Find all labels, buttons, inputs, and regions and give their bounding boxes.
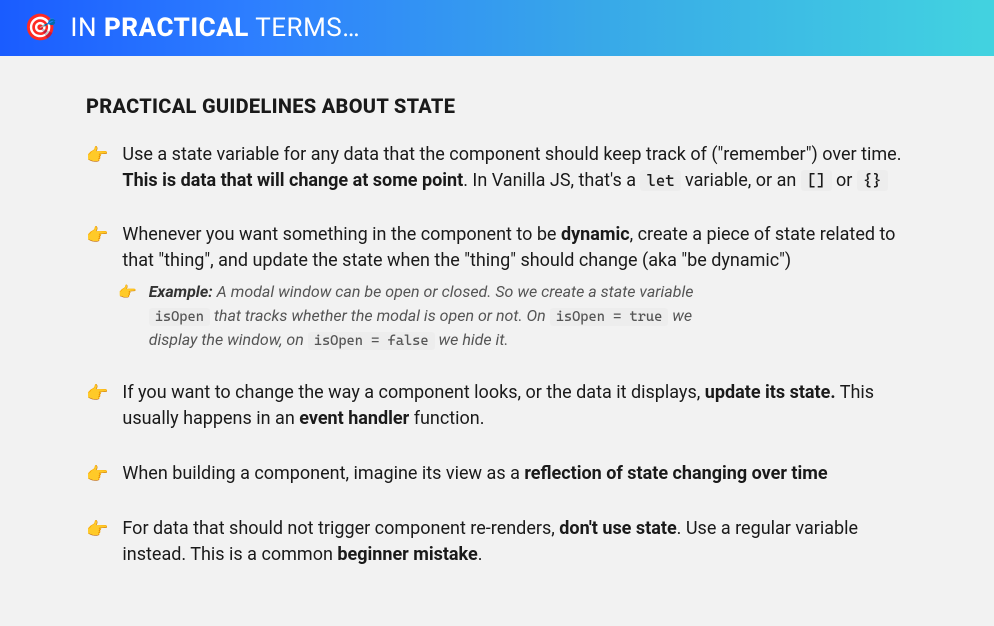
code-inline: isOpen xyxy=(149,308,210,326)
slide-header: 🎯 IN PRACTICAL TERMS… xyxy=(0,0,994,56)
pointer-icon: 👉 xyxy=(86,222,108,249)
bullet-text: If you want to change the way a componen… xyxy=(122,380,908,432)
list-item: 👉 For data that should not trigger compo… xyxy=(86,516,908,568)
pointer-icon: 👉 xyxy=(86,516,108,543)
bullet-text: When building a component, imagine its v… xyxy=(122,461,827,487)
example-text: Example: A modal window can be open or c… xyxy=(149,280,729,352)
pointer-icon: 👉 xyxy=(118,280,137,304)
pointer-icon: 👉 xyxy=(86,461,108,488)
title-prefix: IN xyxy=(70,13,104,43)
target-icon: 🎯 xyxy=(24,15,56,41)
guidelines-list: 👉 Use a state variable for any data that… xyxy=(86,142,908,568)
pointer-icon: 👉 xyxy=(86,142,108,169)
code-inline: isOpen = true xyxy=(550,308,669,326)
bullet-text: Use a state variable for any data that t… xyxy=(122,142,908,194)
list-item: 👉 Use a state variable for any data that… xyxy=(86,142,908,194)
bullet-text: For data that should not trigger compone… xyxy=(122,516,908,568)
list-item: 👉 Whenever you want something in the com… xyxy=(86,222,908,274)
code-inline: {} xyxy=(857,170,888,191)
title-bold: PRACTICAL xyxy=(104,13,249,43)
list-item: 👉 When building a component, imagine its… xyxy=(86,461,908,488)
code-inline: let xyxy=(640,170,680,191)
title-suffix: TERMS… xyxy=(249,13,360,43)
code-inline: [] xyxy=(801,170,832,191)
example-block: 👉 Example: A modal window can be open or… xyxy=(118,280,908,352)
code-inline: isOpen = false xyxy=(308,332,435,350)
list-item: 👉 If you want to change the way a compon… xyxy=(86,380,908,432)
bullet-text: Whenever you want something in the compo… xyxy=(122,222,908,274)
section-title: PRACTICAL GUIDELINES ABOUT STATE xyxy=(86,94,908,118)
slide-content: PRACTICAL GUIDELINES ABOUT STATE 👉 Use a… xyxy=(0,56,994,626)
slide-title: IN PRACTICAL TERMS… xyxy=(70,13,360,43)
pointer-icon: 👉 xyxy=(86,380,108,407)
